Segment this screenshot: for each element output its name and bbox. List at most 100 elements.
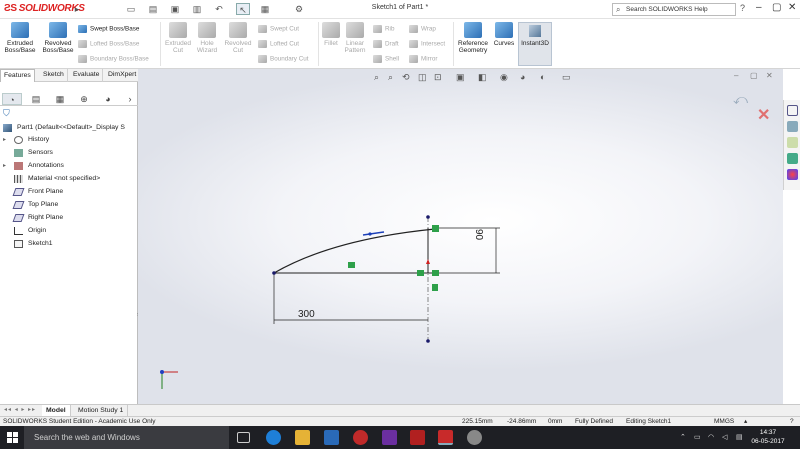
volume-icon[interactable]: ◁ — [722, 426, 727, 449]
lofted-cut-button[interactable]: Lofted Cut — [258, 40, 299, 48]
task-view-icon[interactable] — [237, 432, 250, 443]
battery-icon[interactable]: ▭ — [694, 426, 701, 449]
property-manager-tab-icon[interactable]: ▤ — [26, 93, 46, 105]
configuration-manager-tab-icon[interactable]: ▦ — [50, 93, 70, 105]
revolve-icon — [49, 22, 67, 38]
tab-model[interactable]: Model — [42, 405, 71, 416]
title-bar: ƧS SOLIDWORKS ▸ ▭ ▤ ▣ ▥ ↶ ↖ ▦ ⚙ Sketch1 o… — [0, 0, 800, 19]
hole-wizard-icon — [198, 22, 216, 38]
reference-geometry-button[interactable]: Reference Geometry — [455, 22, 491, 54]
rib-icon — [373, 25, 382, 33]
swept-cut-icon — [258, 25, 267, 33]
file-explorer-icon[interactable] — [295, 430, 310, 445]
vertical-relation-icon[interactable] — [432, 284, 438, 291]
arc-center-point[interactable] — [368, 232, 372, 236]
filter-icon[interactable]: ⛉ — [3, 108, 10, 119]
sketch-point[interactable] — [426, 215, 430, 219]
fillet-button[interactable]: Fillet — [320, 22, 342, 47]
intersect-icon — [409, 40, 418, 48]
wrap-button[interactable]: Wrap — [409, 25, 436, 33]
horizontal-dimension-label[interactable]: 300 — [298, 309, 315, 320]
taskbar-clock[interactable]: 14:37 06-05-2017 — [748, 428, 788, 446]
edge-browser-icon[interactable] — [266, 430, 281, 445]
sketch-point[interactable] — [426, 339, 430, 343]
draft-icon — [373, 40, 382, 48]
windows-start-icon[interactable] — [0, 426, 24, 449]
help-search-input[interactable]: ⌕ Search SOLIDWORKS Help — [612, 3, 736, 16]
loft-icon — [78, 40, 87, 48]
chrome-icon[interactable] — [353, 430, 368, 445]
app-icon[interactable] — [467, 430, 482, 445]
tab-scroll-icon[interactable]: ◂◂ ◂ ▸ ▸▸ — [4, 406, 36, 413]
graphics-area[interactable]: ⌕ ⌕ ⟲ ◫ ⊡ ▣ ◧ ◉ ◕ ◐ ▭ – ▢ ✕ ⤺ ✕ 300 90 — [138, 69, 783, 404]
vertical-dimension-label[interactable]: 90 — [473, 229, 484, 240]
mirror-icon — [409, 55, 418, 63]
tab-motion-study-1[interactable]: Motion Study 1 — [74, 405, 129, 416]
tab-features[interactable]: Features — [0, 69, 35, 82]
part-icon — [3, 124, 12, 132]
close-icon[interactable]: ✕ — [788, 2, 796, 13]
sweep-icon — [78, 25, 87, 33]
feature-manager-tab-icon[interactable]: ◔ — [2, 93, 22, 105]
tray-chevron-icon[interactable]: ⌃ — [680, 426, 686, 449]
plane-icon — [12, 214, 25, 222]
hole-wizard-button[interactable]: Hole Wizard — [194, 22, 220, 54]
tab-evaluate[interactable]: Evaluate — [70, 69, 104, 82]
restore-icon[interactable]: ▢ — [772, 2, 781, 13]
boundary-cut-icon — [258, 55, 267, 63]
swept-boss-base-button[interactable]: Swept Boss/Base — [78, 25, 139, 33]
minimize-icon[interactable]: – — [756, 2, 762, 13]
app-icon[interactable] — [382, 430, 397, 445]
swept-cut-button[interactable]: Swept Cut — [258, 25, 299, 33]
sketch-point[interactable] — [272, 271, 276, 275]
display-manager-tab-icon[interactable]: ◕ — [98, 93, 118, 105]
file-explorer-icon[interactable] — [787, 137, 798, 148]
horizontal-relation-icon[interactable] — [348, 262, 355, 268]
status-bar: SOLIDWORKS Student Edition - Academic Us… — [0, 416, 800, 426]
mcafee-icon[interactable] — [410, 430, 425, 445]
material-icon — [14, 175, 23, 183]
extruded-boss-base-button[interactable]: Extruded Boss/Base — [3, 22, 37, 54]
linear-pattern-button[interactable]: Linear Pattern — [342, 22, 368, 54]
coincident-relation-icon[interactable] — [417, 270, 424, 276]
view-palette-icon[interactable] — [787, 153, 798, 164]
taskbar-search-input[interactable]: Search the web and Windows — [24, 426, 229, 449]
revolved-cut-icon — [229, 22, 247, 38]
rib-button[interactable]: Rib — [373, 25, 394, 33]
lofted-boss-base-button[interactable]: Lofted Boss/Base — [78, 40, 139, 48]
resources-icon[interactable] — [787, 105, 798, 116]
instant3d-button[interactable]: Instant3D — [518, 22, 552, 66]
boundary-cut-button[interactable]: Boundary Cut — [258, 55, 309, 63]
extruded-cut-button[interactable]: Extruded Cut — [163, 22, 193, 54]
search-icon: ⌕ — [616, 5, 621, 14]
reference-geometry-icon — [464, 22, 482, 38]
coincident-relation-icon[interactable] — [432, 270, 439, 276]
mirror-button[interactable]: Mirror — [409, 55, 437, 63]
extruded-cut-icon — [169, 22, 187, 38]
shell-button[interactable]: Shell — [373, 55, 399, 63]
intersect-button[interactable]: Intersect — [409, 40, 445, 48]
origin-marker — [426, 259, 430, 264]
panel-more-icon[interactable]: › — [124, 93, 136, 105]
boundary-boss-base-button[interactable]: Boundary Boss/Base — [78, 55, 149, 63]
sensor-icon — [14, 149, 23, 157]
design-library-icon[interactable] — [787, 121, 798, 132]
draft-button[interactable]: Draft — [373, 40, 399, 48]
revolved-boss-base-button[interactable]: Revolved Boss/Base — [40, 22, 76, 54]
windows-taskbar: Search the web and Windows ⌃ ▭ ◠ ◁ ▤ 14:… — [0, 426, 800, 449]
tab-sketch[interactable]: Sketch — [40, 69, 68, 82]
curves-button[interactable]: Curves — [491, 22, 517, 47]
dimxpert-manager-tab-icon[interactable]: ⊕ — [74, 93, 94, 105]
appearances-icon[interactable] — [787, 169, 798, 180]
help-icon[interactable]: ? — [740, 3, 745, 13]
tab-dimxpert[interactable]: DimXpert — [105, 69, 141, 82]
wrap-icon — [409, 25, 418, 33]
notifications-icon[interactable]: ▤ — [736, 426, 743, 449]
revolved-cut-button[interactable]: Revolved Cut — [222, 22, 254, 54]
feature-manager-panel: ◔ ▤ ▦ ⊕ ◕ › ⛉ Part1 (Default<<Default>_D… — [0, 82, 139, 404]
history-icon — [14, 136, 23, 144]
store-icon[interactable] — [324, 430, 339, 445]
wifi-icon[interactable]: ◠ — [708, 426, 714, 449]
coincident-relation-icon[interactable] — [432, 225, 439, 232]
solidworks-taskbar-icon[interactable] — [438, 430, 453, 445]
